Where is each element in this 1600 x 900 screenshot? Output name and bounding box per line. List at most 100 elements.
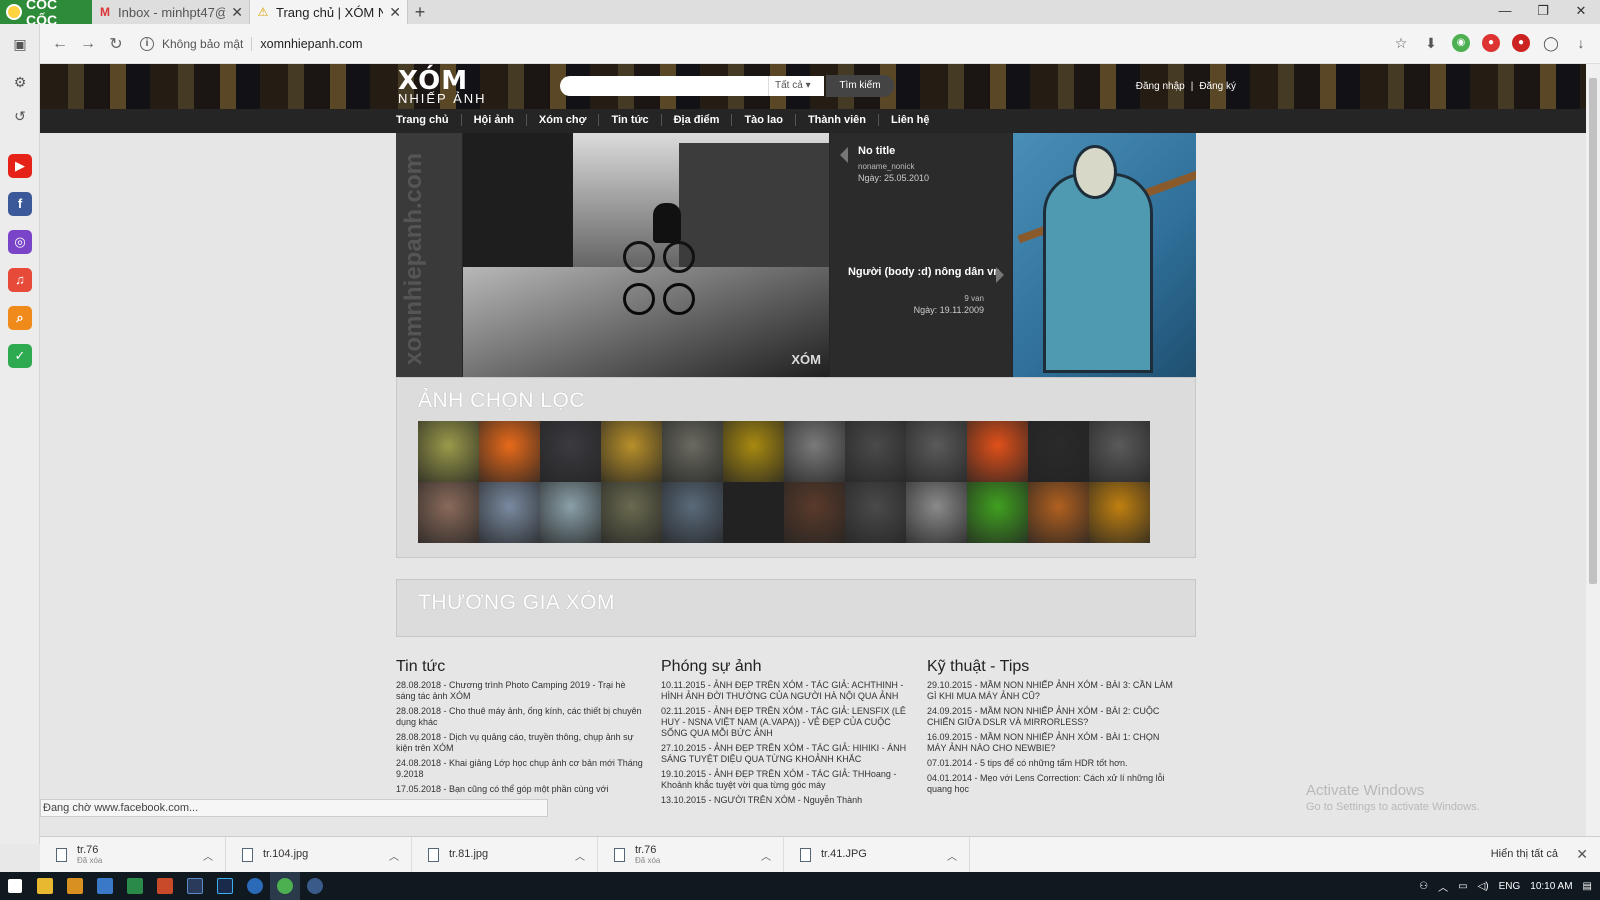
featured-thumbnail[interactable]: [601, 482, 662, 543]
nav-item-lien-he[interactable]: Liên hệ: [878, 114, 942, 126]
extension-adblock-icon[interactable]: ●: [1482, 34, 1500, 52]
news-item[interactable]: 24.08.2018 - Khai giảng Lớp học chụp ảnh…: [396, 758, 646, 780]
download-icon[interactable]: ↓: [1572, 34, 1590, 52]
featured-thumbnail[interactable]: [845, 482, 906, 543]
nav-item-thanh-vien[interactable]: Thành viên: [794, 114, 878, 126]
app-icon[interactable]: [150, 872, 180, 900]
tips-item[interactable]: 24.09.2015 - MẦM NON NHIẾP ẢNH XÓM - BÀI…: [927, 706, 1177, 728]
messenger-icon[interactable]: ◎: [8, 230, 32, 254]
star-icon[interactable]: ☆: [1392, 34, 1410, 52]
featured-thumbnail[interactable]: [723, 421, 784, 482]
close-icon[interactable]: ✕: [389, 4, 401, 21]
chevron-up-icon[interactable]: ︿: [1438, 879, 1448, 894]
gear-icon[interactable]: ⚙: [10, 72, 30, 92]
extension-icon[interactable]: ◉: [1452, 34, 1470, 52]
tab-trang-chu[interactable]: ⚠ Trang chủ | XÓM NH ✕: [250, 0, 408, 24]
news-item[interactable]: 28.08.2018 - Dịch vụ quảng cáo, truyền t…: [396, 732, 646, 754]
main-slide-photo[interactable]: XÓM: [463, 133, 829, 377]
featured-thumbnail[interactable]: [479, 482, 540, 543]
photo-story-item[interactable]: 27.10.2015 - ẢNH ĐẸP TRÊN XÓM - TÁC GIẢ:…: [661, 743, 911, 765]
network-icon[interactable]: ▭: [1458, 881, 1467, 892]
featured-thumbnail[interactable]: [540, 421, 601, 482]
language-indicator[interactable]: ENG: [1499, 881, 1521, 892]
edge-icon[interactable]: [240, 872, 270, 900]
prev-slide-icon[interactable]: [840, 147, 848, 163]
download-item[interactable]: tr.81.jpg ︿: [412, 836, 598, 873]
login-link[interactable]: Đăng nhập: [1136, 81, 1185, 92]
file-explorer-icon[interactable]: [30, 872, 60, 900]
close-icon[interactable]: ✕: [1576, 846, 1588, 863]
tips-item[interactable]: 29.10.2015 - MẦM NON NHIẾP ẢNH XÓM - BÀI…: [927, 680, 1177, 702]
windows-start-icon[interactable]: [0, 872, 30, 900]
nav-item-trang-chu[interactable]: Trang chủ: [396, 114, 461, 126]
featured-thumbnail[interactable]: [967, 421, 1028, 482]
featured-thumbnail[interactable]: [906, 482, 967, 543]
restore-icon[interactable]: ❐: [1524, 0, 1562, 24]
info-icon[interactable]: i: [140, 36, 154, 51]
photo-story-item[interactable]: 02.11.2015 - ẢNH ĐẸP TRÊN XÓM - TÁC GIẢ:…: [661, 706, 911, 739]
featured-thumbnail[interactable]: [601, 421, 662, 482]
music-icon[interactable]: ♫: [8, 268, 32, 292]
photo-story-item[interactable]: 19.10.2015 - ẢNH ĐẸP TRÊN XÓM - TÁC GIẢ:…: [661, 769, 911, 791]
news-item[interactable]: 28.08.2018 - Chương trình Photo Camping …: [396, 680, 646, 702]
download-item[interactable]: tr.76 Đã xóa ︿: [598, 836, 784, 873]
featured-thumbnail[interactable]: [479, 421, 540, 482]
featured-thumbnail[interactable]: [662, 421, 723, 482]
chevron-up-icon[interactable]: ︿: [761, 848, 771, 863]
featured-thumbnail[interactable]: [1028, 482, 1089, 543]
back-icon[interactable]: ←: [46, 35, 74, 53]
nav-item-dia-diem[interactable]: Địa điểm: [660, 114, 732, 126]
featured-thumbnail[interactable]: [1089, 421, 1150, 482]
search-category-select[interactable]: Tất cả ▾: [768, 76, 824, 96]
app-icon[interactable]: [60, 872, 90, 900]
featured-thumbnail[interactable]: [845, 421, 906, 482]
download-item[interactable]: tr.76 Đã xóa ︿: [40, 836, 226, 873]
coccoc-brand[interactable]: CỐC CỐC: [0, 0, 92, 28]
close-icon[interactable]: ✕: [231, 4, 243, 21]
scrollbar-thumb[interactable]: [1589, 78, 1597, 584]
excel-icon[interactable]: [120, 872, 150, 900]
site-logo[interactable]: XÓM NHIẾP ẢNH: [398, 68, 487, 105]
close-window-icon[interactable]: ✕: [1562, 0, 1600, 24]
featured-thumbnail[interactable]: [662, 482, 723, 543]
featured-thumbnail[interactable]: [906, 421, 967, 482]
forward-icon[interactable]: →: [74, 35, 102, 53]
volume-icon[interactable]: ◁): [1478, 881, 1489, 892]
chevron-up-icon[interactable]: ︿: [947, 848, 957, 863]
youtube-icon[interactable]: ▶: [8, 154, 32, 178]
reload-icon[interactable]: ↻: [102, 34, 130, 54]
chevron-up-icon[interactable]: ︿: [203, 848, 213, 863]
featured-thumbnail[interactable]: [967, 482, 1028, 543]
new-tab-button[interactable]: +: [408, 2, 432, 23]
photo-story-item[interactable]: 10.11.2015 - ẢNH ĐẸP TRÊN XÓM - TÁC GIẢ:…: [661, 680, 911, 702]
search-input[interactable]: [560, 76, 768, 96]
clock[interactable]: 10:10 AM: [1530, 881, 1572, 892]
next-slide-icon[interactable]: [996, 267, 1004, 283]
search-button[interactable]: Tìm kiếm: [826, 75, 894, 97]
minimize-icon[interactable]: —: [1486, 0, 1524, 24]
nav-item-xom-cho[interactable]: Xóm chợ: [525, 114, 599, 126]
featured-thumbnail[interactable]: [784, 421, 845, 482]
people-icon[interactable]: ⚇: [1419, 881, 1428, 892]
featured-thumbnail[interactable]: [723, 482, 784, 543]
tips-item[interactable]: 16.09.2015 - MẦM NON NHIẾP ẢNH XÓM - BÀI…: [927, 732, 1177, 754]
featured-thumbnail[interactable]: [1028, 421, 1089, 482]
featured-thumbnail[interactable]: [418, 421, 479, 482]
photoshop-icon[interactable]: [210, 872, 240, 900]
slide-1-title[interactable]: No title: [858, 145, 895, 157]
sidebar-toggle-icon[interactable]: ▣: [10, 34, 30, 54]
featured-thumbnail[interactable]: [540, 482, 601, 543]
nav-item-tin-tuc[interactable]: Tin tức: [598, 114, 660, 126]
photo-story-item[interactable]: 13.10.2015 - NGƯỜI TRÊN XÓM - Nguyễn Thà…: [661, 795, 911, 806]
chevron-up-icon[interactable]: ︿: [389, 848, 399, 863]
register-link[interactable]: Đăng ký: [1199, 81, 1236, 92]
account-icon[interactable]: ◯: [1542, 34, 1560, 52]
download-manager-icon[interactable]: ⬇: [1422, 34, 1440, 52]
notification-icon[interactable]: ▤: [1583, 881, 1592, 892]
nav-item-tao-lao[interactable]: Tào lao: [731, 114, 795, 126]
facebook-icon[interactable]: f: [8, 192, 32, 216]
featured-thumbnail[interactable]: [418, 482, 479, 543]
search-app-icon[interactable]: ⌕: [8, 306, 32, 330]
page-scrollbar[interactable]: [1586, 64, 1600, 836]
download-item[interactable]: tr.104.jpg ︿: [226, 836, 412, 873]
